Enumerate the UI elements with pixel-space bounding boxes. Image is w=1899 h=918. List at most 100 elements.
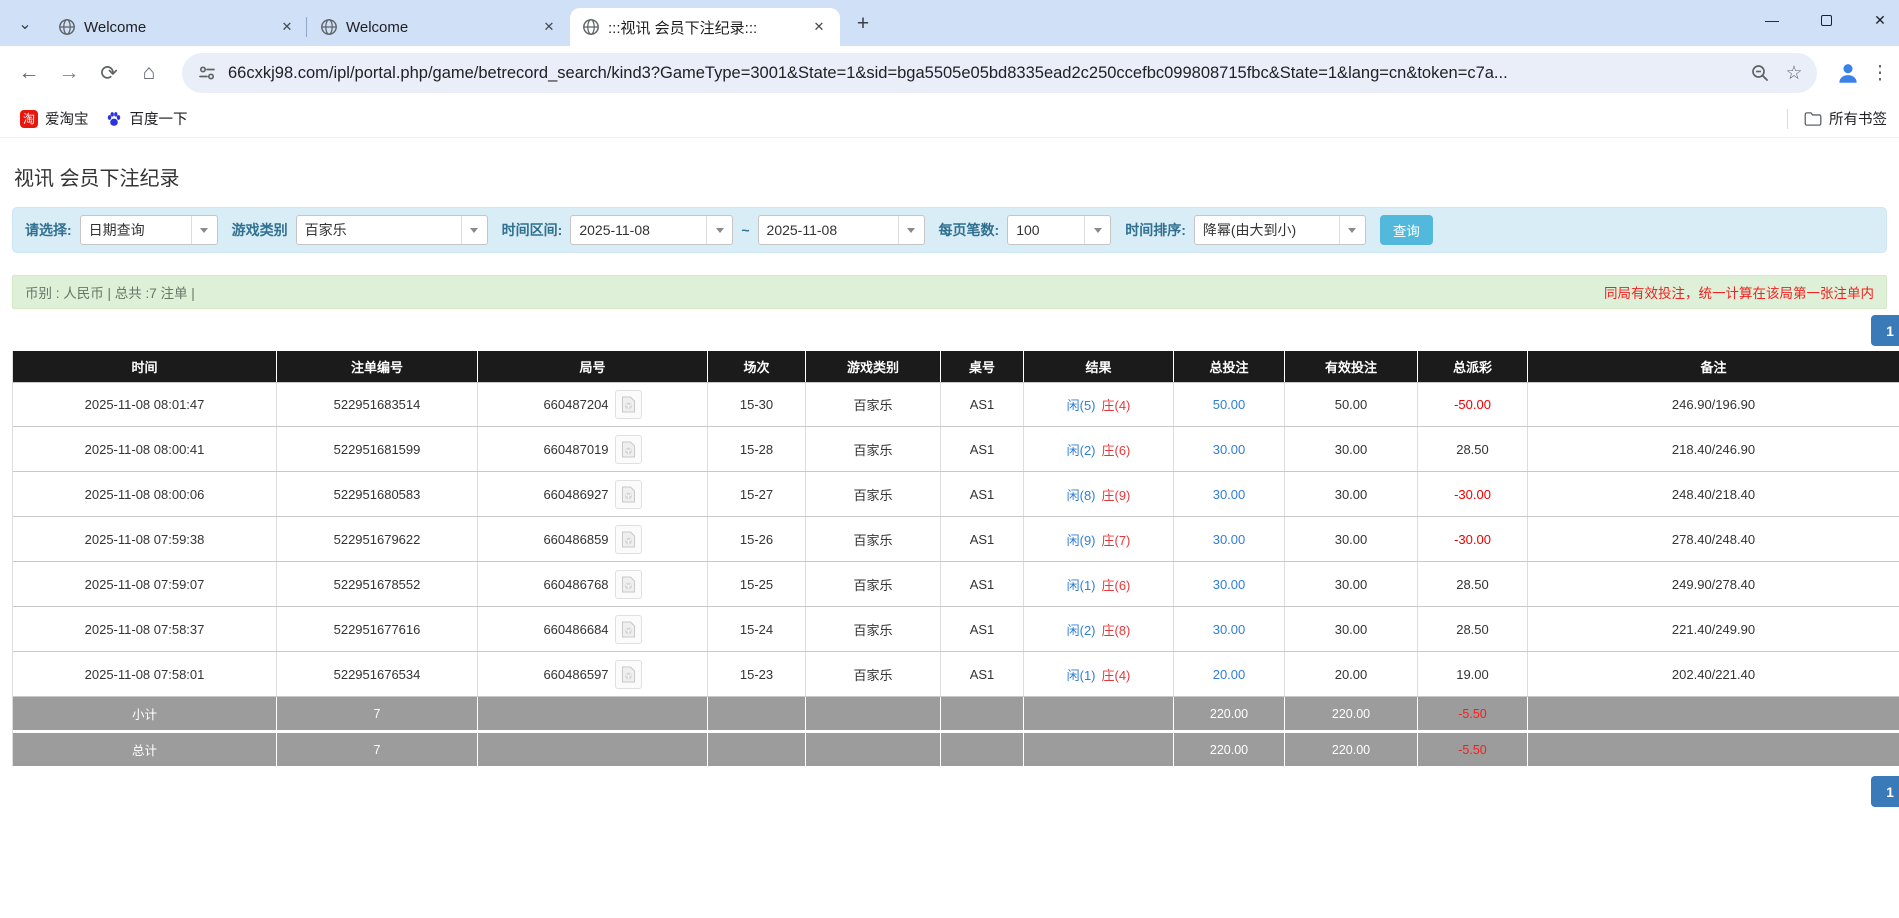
tab-bet-records-active[interactable]: :::视讯 会员下注纪录::: ✕ bbox=[570, 8, 840, 46]
dropdown-arrow-icon bbox=[461, 216, 487, 244]
page-1-button[interactable]: 1 bbox=[1871, 315, 1899, 346]
reload-button[interactable]: ⟳ bbox=[92, 56, 126, 90]
new-tab-button[interactable]: + bbox=[848, 9, 878, 39]
cell-remark: 218.40/246.90 bbox=[1528, 427, 1899, 471]
cell-time: 2025-11-08 08:01:47 bbox=[13, 383, 277, 426]
tab-welcome-1[interactable]: Welcome ✕ bbox=[46, 8, 308, 46]
video-replay-icon[interactable] bbox=[615, 570, 642, 599]
result-player: 闲(2) bbox=[1067, 620, 1096, 639]
subtotal-empty bbox=[1024, 697, 1174, 730]
game-type-select[interactable]: 百家乐 bbox=[296, 215, 488, 245]
cell-session: 15-30 bbox=[708, 383, 806, 426]
cell-total-bet[interactable]: 30.00 bbox=[1174, 517, 1285, 561]
cell-valid-bet: 30.00 bbox=[1285, 472, 1418, 516]
tab-close-icon[interactable]: ✕ bbox=[276, 16, 298, 38]
page-content: 视讯 会员下注纪录 请选择: 日期查询 游戏类别 百家乐 时间区间: 2025-… bbox=[0, 138, 1899, 812]
cell-time: 2025-11-08 07:59:07 bbox=[13, 562, 277, 606]
cell-total-bet[interactable]: 30.00 bbox=[1174, 427, 1285, 471]
sort-select[interactable]: 降幂(由大到小) bbox=[1194, 215, 1366, 245]
zoom-indicator-icon[interactable] bbox=[1747, 60, 1773, 86]
result-player: 闲(1) bbox=[1067, 575, 1096, 594]
close-window-button[interactable]: ✕ bbox=[1867, 7, 1893, 33]
total-empty bbox=[806, 733, 941, 766]
query-type-value: 日期查询 bbox=[81, 220, 191, 240]
table-row: 2025-11-08 07:59:38 522951679622 6604868… bbox=[13, 517, 1899, 562]
all-bookmarks-label: 所有书签 bbox=[1829, 108, 1887, 129]
cell-bet-id: 522951677616 bbox=[277, 607, 478, 651]
result-player: 闲(2) bbox=[1067, 440, 1096, 459]
subtotal-empty bbox=[708, 697, 806, 730]
date-from-select[interactable]: 2025-11-08 bbox=[570, 215, 733, 245]
cell-valid-bet: 50.00 bbox=[1285, 383, 1418, 426]
cell-payout: 19.00 bbox=[1418, 652, 1528, 696]
bet-records-table: 时间 注单编号 局号 场次 游戏类别 桌号 结果 总投注 有效投注 总派彩 备注… bbox=[12, 351, 1899, 766]
cell-total-bet[interactable]: 30.00 bbox=[1174, 562, 1285, 606]
back-button[interactable]: ← bbox=[12, 56, 46, 90]
tab-close-icon[interactable]: ✕ bbox=[538, 16, 560, 38]
cell-total-bet[interactable]: 30.00 bbox=[1174, 607, 1285, 651]
result-banker: 庄(6) bbox=[1102, 440, 1131, 459]
date-range-label: 时间区间: bbox=[502, 220, 563, 240]
bookmark-label: 爱淘宝 bbox=[45, 108, 89, 129]
cell-session: 15-26 bbox=[708, 517, 806, 561]
query-type-select[interactable]: 日期查询 bbox=[80, 215, 218, 245]
dropdown-arrow-icon bbox=[1084, 216, 1110, 244]
address-bar[interactable]: 66cxkj98.com/ipl/portal.php/game/betreco… bbox=[182, 53, 1817, 93]
video-replay-icon[interactable] bbox=[615, 660, 642, 689]
cell-total-bet[interactable]: 50.00 bbox=[1174, 383, 1285, 426]
header-round: 局号 bbox=[478, 351, 708, 382]
maximize-button[interactable] bbox=[1813, 7, 1839, 33]
cell-total-bet[interactable]: 20.00 bbox=[1174, 652, 1285, 696]
cell-payout: -30.00 bbox=[1418, 472, 1528, 516]
tab-close-icon[interactable]: ✕ bbox=[808, 16, 830, 38]
cell-valid-bet: 30.00 bbox=[1285, 427, 1418, 471]
url-text[interactable]: 66cxkj98.com/ipl/portal.php/game/betreco… bbox=[228, 64, 1739, 83]
pagination-bottom: 1 bbox=[12, 766, 1899, 812]
cell-game-type: 百家乐 bbox=[806, 607, 941, 651]
profile-avatar[interactable] bbox=[1831, 56, 1865, 90]
video-replay-icon[interactable] bbox=[615, 480, 642, 509]
video-replay-icon[interactable] bbox=[615, 435, 642, 464]
search-button[interactable]: 查询 bbox=[1380, 215, 1433, 245]
forward-button[interactable]: → bbox=[52, 56, 86, 90]
bookmark-taobao[interactable]: 淘 爱淘宝 bbox=[12, 104, 97, 133]
dropdown-arrow-icon bbox=[706, 216, 732, 244]
result-player: 闲(5) bbox=[1067, 395, 1096, 414]
cell-payout: 28.50 bbox=[1418, 427, 1528, 471]
minimize-button[interactable]: — bbox=[1759, 7, 1785, 33]
total-payout: -5.50 bbox=[1418, 733, 1528, 766]
table-row: 2025-11-08 08:00:06 522951680583 6604869… bbox=[13, 472, 1899, 517]
home-button[interactable]: ⌂ bbox=[132, 56, 166, 90]
result-banker: 庄(4) bbox=[1102, 395, 1131, 414]
total-empty bbox=[478, 733, 708, 766]
cell-payout: 28.50 bbox=[1418, 562, 1528, 606]
tab-search-chevron-icon[interactable]: ⌄ bbox=[10, 9, 40, 39]
bookmark-baidu[interactable]: 百度一下 bbox=[97, 104, 196, 133]
subtotal-valid-bet: 220.00 bbox=[1285, 697, 1418, 730]
cell-result: 闲(9) 庄(7) bbox=[1024, 517, 1174, 561]
globe-icon bbox=[582, 18, 600, 36]
cell-table-no: AS1 bbox=[941, 383, 1024, 426]
page-1-button[interactable]: 1 bbox=[1871, 776, 1899, 807]
cell-bet-id: 522951676534 bbox=[277, 652, 478, 696]
page-size-select[interactable]: 100 bbox=[1007, 215, 1111, 245]
video-replay-icon[interactable] bbox=[615, 615, 642, 644]
browser-menu-icon[interactable]: ⋮ bbox=[1869, 56, 1891, 90]
video-replay-icon[interactable] bbox=[615, 390, 642, 419]
total-row: 总计 7 220.00 220.00 -5.50 bbox=[13, 733, 1899, 766]
cell-table-no: AS1 bbox=[941, 472, 1024, 516]
all-bookmarks-button[interactable]: 所有书签 bbox=[1798, 104, 1893, 133]
tab-welcome-2[interactable]: Welcome ✕ bbox=[308, 8, 570, 46]
cell-remark: 202.40/221.40 bbox=[1528, 652, 1899, 696]
bookmark-star-icon[interactable]: ☆ bbox=[1781, 60, 1807, 86]
bookmarks-bar: 淘 爱淘宝 百度一下 所有书签 bbox=[0, 100, 1899, 138]
cell-session: 15-28 bbox=[708, 427, 806, 471]
video-replay-icon[interactable] bbox=[615, 525, 642, 554]
cell-payout: -50.00 bbox=[1418, 383, 1528, 426]
cell-total-bet[interactable]: 30.00 bbox=[1174, 472, 1285, 516]
total-count: 7 bbox=[277, 733, 478, 766]
summary-bar: 币别 : 人民币 | 总共 :7 注单 | 同局有效投注，统一计算在该局第一张注… bbox=[12, 275, 1887, 309]
sort-label: 时间排序: bbox=[1125, 220, 1186, 240]
date-to-select[interactable]: 2025-11-08 bbox=[758, 215, 925, 245]
site-info-icon[interactable] bbox=[196, 62, 218, 84]
